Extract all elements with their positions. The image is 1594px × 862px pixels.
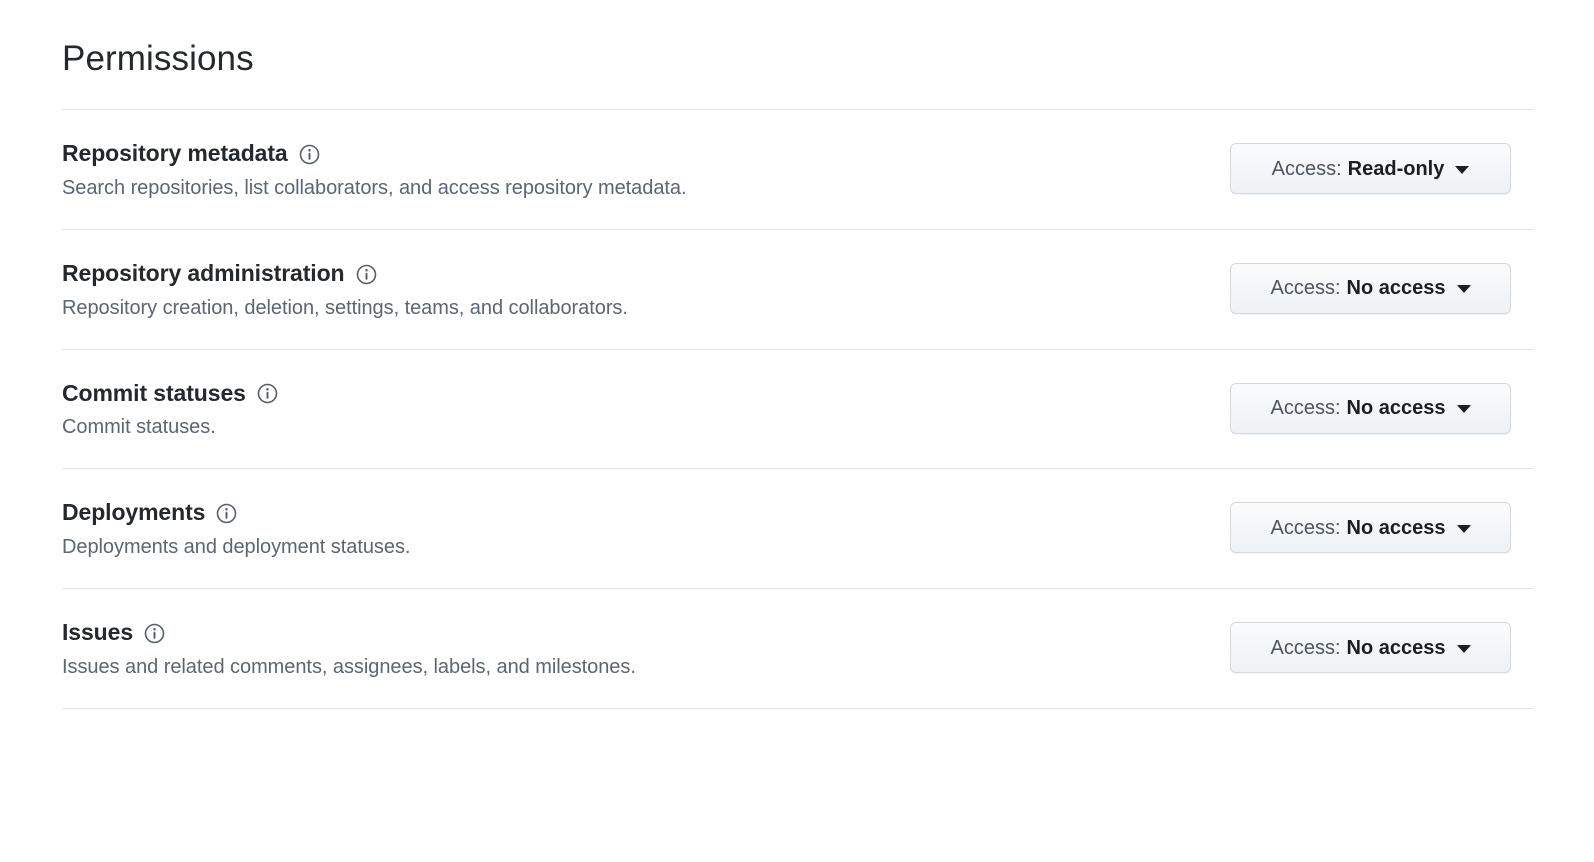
permission-description: Repository creation, deletion, settings,…: [62, 296, 628, 319]
access-dropdown-button[interactable]: Access: No access: [1230, 262, 1511, 314]
access-label-prefix: Access:: [1270, 516, 1341, 539]
access-label-prefix: Access:: [1270, 277, 1341, 300]
access-label-value: Read-only: [1347, 157, 1445, 180]
page-title: Permissions: [62, 39, 254, 78]
permission-name: Repository metadata: [62, 140, 288, 166]
info-icon[interactable]: [144, 623, 165, 644]
permission-row: Issues Issues and related comments, assi…: [62, 589, 1534, 708]
permission-description: Commit statuses.: [62, 416, 216, 439]
info-icon[interactable]: [356, 264, 377, 285]
access-label-value: No access: [1346, 636, 1446, 659]
permission-row: Deployments Deployments and deployment s…: [62, 469, 1534, 588]
permissions-list: Repository metadata Search repositories,…: [62, 110, 1534, 709]
chevron-down-icon: [1456, 524, 1471, 533]
permission-title-line: Commit statuses: [62, 379, 1230, 408]
permission-title-line: Issues: [62, 618, 1230, 647]
permission-row: Repository administration Repository cre…: [62, 230, 1534, 349]
permission-info: Commit statuses Commit statuses.: [62, 379, 1230, 442]
chevron-down-icon: [1455, 165, 1470, 174]
chevron-down-icon: [1456, 644, 1471, 653]
permission-name: Issues: [62, 619, 134, 645]
access-label-value: No access: [1346, 516, 1446, 539]
access-dropdown-button[interactable]: Access: No access: [1230, 502, 1511, 554]
permission-info: Issues Issues and related comments, assi…: [62, 618, 1230, 681]
permission-info: Repository metadata Search repositories,…: [62, 139, 1230, 202]
access-dropdown-button[interactable]: Access: Read-only: [1230, 143, 1511, 194]
access-label-prefix: Access:: [1270, 636, 1341, 659]
access-dropdown-button[interactable]: Access: No access: [1230, 622, 1511, 673]
permission-action: Access: No access: [1230, 379, 1534, 434]
access-label-prefix: Access:: [1271, 157, 1342, 180]
permission-title-line: Deployments: [62, 498, 1230, 527]
chevron-down-icon: [1456, 285, 1471, 294]
permission-name: Repository administration: [62, 259, 345, 286]
permission-action: Access: Read-only: [1230, 139, 1534, 194]
info-icon[interactable]: [257, 383, 278, 404]
permission-description: Search repositories, list collaborators,…: [62, 176, 687, 199]
permission-description: Issues and related comments, assignees, …: [62, 655, 636, 678]
access-dropdown-button[interactable]: Access: No access: [1230, 382, 1511, 434]
permission-info: Repository administration Repository cre…: [62, 259, 1230, 322]
permission-info: Deployments Deployments and deployment s…: [62, 498, 1230, 561]
permission-name: Commit statuses: [62, 379, 246, 406]
permission-row: Repository metadata Search repositories,…: [62, 110, 1534, 229]
info-icon[interactable]: [216, 503, 237, 524]
access-label-value: No access: [1346, 397, 1446, 419]
access-label-prefix: Access:: [1270, 397, 1341, 419]
chevron-down-icon: [1456, 405, 1471, 413]
permission-row: Commit statuses Commit statuses. Access:…: [62, 350, 1534, 469]
permission-action: Access: No access: [1230, 498, 1534, 554]
info-icon[interactable]: [299, 144, 320, 165]
permission-description: Deployments and deployment statuses.: [62, 536, 411, 558]
permission-action: Access: No access: [1230, 259, 1534, 314]
access-label-value: No access: [1346, 277, 1446, 300]
permissions-page: Permissions Repository metadata Search r…: [0, 0, 1594, 862]
permission-action: Access: No access: [1230, 618, 1534, 673]
permission-title-line: Repository administration: [62, 259, 1230, 288]
row-divider: [62, 707, 1534, 709]
permission-title-line: Repository metadata: [62, 139, 1230, 168]
permission-name: Deployments: [62, 499, 206, 526]
